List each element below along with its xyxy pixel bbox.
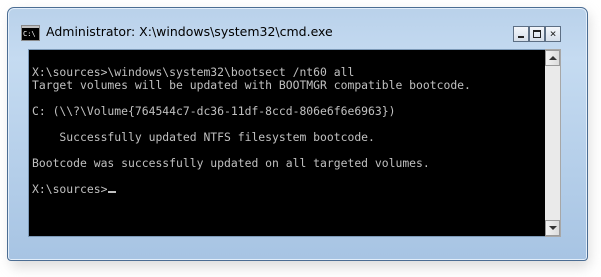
close-button[interactable]: × [545, 26, 561, 42]
scroll-down-arrow-icon[interactable] [545, 220, 560, 236]
cmd-app-icon[interactable]: C:\ [21, 25, 40, 41]
console-prompt: X:\sources> [32, 182, 108, 196]
text-cursor [108, 191, 117, 193]
console-line: Successfully updated NTFS filesystem boo… [32, 130, 375, 144]
minimize-button[interactable] [513, 26, 529, 42]
window-title: Administrator: X:\windows\system32\cmd.e… [46, 24, 333, 39]
scroll-up-arrow-icon[interactable] [545, 50, 560, 66]
maximize-button[interactable] [529, 26, 545, 42]
console-line: C: (\\?\Volume{764544c7-dc36-11df-8ccd-8… [32, 104, 396, 118]
console-line: Bootcode was successfully updated on all… [32, 156, 430, 170]
console-prompt-line: X:\sources> [32, 182, 117, 196]
vertical-scrollbar[interactable] [545, 49, 561, 237]
console-output[interactable]: X:\sources>\windows\system32\bootsect /n… [28, 49, 546, 237]
console-line: Target volumes will be updated with BOOT… [32, 78, 471, 92]
